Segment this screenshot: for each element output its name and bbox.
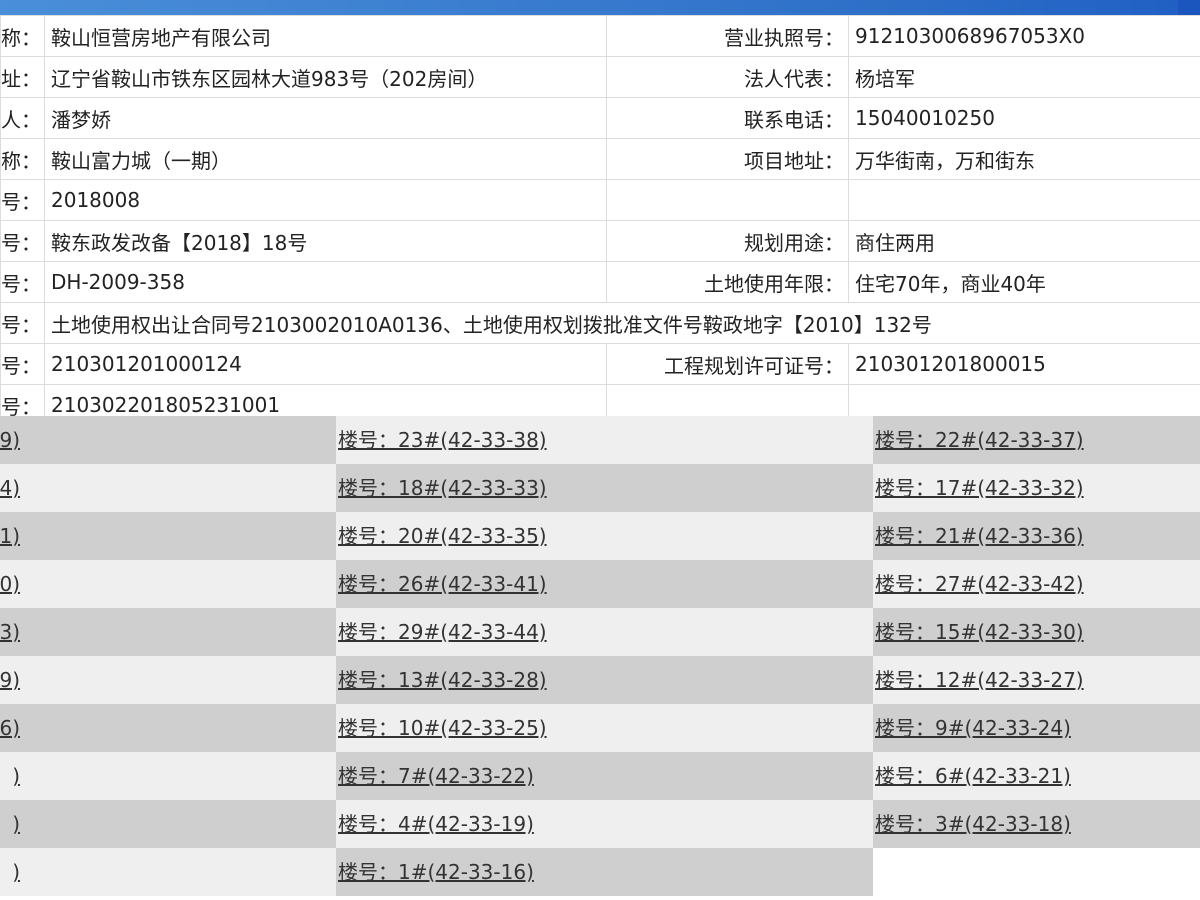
info-row: 称： 鞍山富力城（一期） 项目地址： 万华街南，万和街东 bbox=[0, 138, 1200, 180]
building-link[interactable]: ) bbox=[12, 848, 20, 896]
building-list: 9) 楼号：23#(42-33-38) 楼号：22#(42-33-37) 4) … bbox=[0, 416, 1200, 900]
label-project-name: 称： bbox=[0, 138, 45, 180]
info-row: 号： 鞍东政发改备【2018】18号 规划用途： 商住两用 bbox=[0, 220, 1200, 262]
building-link[interactable]: 楼号：21#(42-33-36) bbox=[873, 524, 1084, 548]
value-phone: 15040010250 bbox=[848, 97, 1200, 139]
building-row: 9) 楼号：13#(42-33-28) 楼号：12#(42-33-27) bbox=[0, 656, 1200, 704]
label-empty bbox=[606, 179, 849, 221]
building-link[interactable]: 楼号：4#(42-33-19) bbox=[336, 812, 534, 836]
building-link[interactable]: 1) bbox=[0, 512, 20, 560]
label-company-name: 称： bbox=[0, 15, 45, 57]
info-row: 号： DH-2009-358 土地使用年限： 住宅70年，商业40年 bbox=[0, 261, 1200, 303]
building-row: ) 楼号：4#(42-33-19) 楼号：3#(42-33-18) bbox=[0, 800, 1200, 848]
value-empty bbox=[848, 179, 1200, 221]
building-row: 6) 楼号：10#(42-33-25) 楼号：9#(42-33-24) bbox=[0, 704, 1200, 752]
value-land-no: DH-2009-358 bbox=[44, 261, 607, 303]
label-planning-permit: 工程规划许可证号： bbox=[606, 343, 849, 385]
building-link[interactable]: 9) bbox=[0, 416, 20, 464]
building-link[interactable]: 楼号：12#(42-33-27) bbox=[873, 668, 1084, 692]
building-link[interactable]: 0) bbox=[0, 560, 20, 608]
value-company-name: 鞍山恒营房地产有限公司 bbox=[44, 15, 607, 57]
building-link[interactable]: 楼号：22#(42-33-37) bbox=[873, 428, 1084, 452]
label-project-no: 号： bbox=[0, 179, 45, 221]
info-row: 号： 土地使用权出让合同号2103002010A0136、土地使用权划拨批准文件… bbox=[0, 302, 1200, 344]
building-link[interactable]: 楼号：26#(42-33-41) bbox=[336, 572, 547, 596]
label-land-permit: 号： bbox=[0, 343, 45, 385]
label-project-address: 项目地址： bbox=[606, 138, 849, 180]
value-land-permit: 210301201000124 bbox=[44, 343, 607, 385]
building-link[interactable]: 楼号：13#(42-33-28) bbox=[336, 668, 547, 692]
building-link[interactable]: 楼号：10#(42-33-25) bbox=[336, 716, 547, 740]
building-link[interactable]: 3) bbox=[0, 608, 20, 656]
label-contact: 人： bbox=[0, 97, 45, 139]
building-link[interactable]: 楼号：17#(42-33-32) bbox=[873, 476, 1084, 500]
building-link[interactable]: 楼号：27#(42-33-42) bbox=[873, 572, 1084, 596]
info-row: 人： 潘梦娇 联系电话： 15040010250 bbox=[0, 97, 1200, 139]
building-row: ) 楼号：1#(42-33-16) bbox=[0, 848, 1200, 896]
building-link[interactable]: 6) bbox=[0, 704, 20, 752]
value-business-license: 9121030068967053X0 bbox=[848, 15, 1200, 57]
value-project-name: 鞍山富力城（一期） bbox=[44, 138, 607, 180]
building-link[interactable] bbox=[873, 860, 875, 884]
building-link[interactable]: 楼号：3#(42-33-18) bbox=[873, 812, 1071, 836]
building-link[interactable]: 楼号：20#(42-33-35) bbox=[336, 524, 547, 548]
value-contact: 潘梦娇 bbox=[44, 97, 607, 139]
info-row: 号： 2018008 bbox=[0, 179, 1200, 221]
building-row: ) 楼号：7#(42-33-22) 楼号：6#(42-33-21) bbox=[0, 752, 1200, 800]
label-planned-use: 规划用途： bbox=[606, 220, 849, 262]
building-link[interactable]: 楼号：1#(42-33-16) bbox=[336, 860, 534, 884]
value-project-no: 2018008 bbox=[44, 179, 607, 221]
building-link[interactable]: 楼号：6#(42-33-21) bbox=[873, 764, 1071, 788]
building-link[interactable]: ) bbox=[12, 752, 20, 800]
building-row: 9) 楼号：23#(42-33-38) 楼号：22#(42-33-37) bbox=[0, 416, 1200, 464]
value-planning-permit: 210301201800015 bbox=[848, 343, 1200, 385]
label-land-contract: 号： bbox=[0, 302, 45, 344]
building-link[interactable]: 楼号：23#(42-33-38) bbox=[336, 428, 547, 452]
building-row: 3) 楼号：29#(42-33-44) 楼号：15#(42-33-30) bbox=[0, 608, 1200, 656]
label-approval-no: 号： bbox=[0, 220, 45, 262]
value-planned-use: 商住两用 bbox=[848, 220, 1200, 262]
value-land-term: 住宅70年，商业40年 bbox=[848, 261, 1200, 303]
header-bar bbox=[0, 0, 1200, 15]
building-row: 1) 楼号：20#(42-33-35) 楼号：21#(42-33-36) bbox=[0, 512, 1200, 560]
value-land-contract: 土地使用权出让合同号2103002010A0136、土地使用权划拨批准文件号鞍政… bbox=[44, 302, 1200, 344]
info-row: 号： 210301201000124 工程规划许可证号： 21030120180… bbox=[0, 343, 1200, 385]
building-link[interactable]: 楼号：29#(42-33-44) bbox=[336, 620, 547, 644]
building-link[interactable]: ) bbox=[12, 800, 20, 848]
building-row: 0) 楼号：26#(42-33-41) 楼号：27#(42-33-42) bbox=[0, 560, 1200, 608]
building-link[interactable]: 楼号：18#(42-33-33) bbox=[336, 476, 547, 500]
project-info-table: 称： 鞍山恒营房地产有限公司 营业执照号： 9121030068967053X0… bbox=[0, 15, 1200, 426]
label-land-no: 号： bbox=[0, 261, 45, 303]
building-link[interactable]: 楼号：7#(42-33-22) bbox=[336, 764, 534, 788]
building-link[interactable]: 9) bbox=[0, 656, 20, 704]
building-link[interactable]: 楼号：15#(42-33-30) bbox=[873, 620, 1084, 644]
building-link[interactable]: 4) bbox=[0, 464, 20, 512]
label-address: 址： bbox=[0, 56, 45, 98]
value-approval-no: 鞍东政发改备【2018】18号 bbox=[44, 220, 607, 262]
value-project-address: 万华街南，万和街东 bbox=[848, 138, 1200, 180]
label-business-license: 营业执照号： bbox=[606, 15, 849, 57]
value-address: 辽宁省鞍山市铁东区园林大道983号（202房间） bbox=[44, 56, 607, 98]
info-row: 称： 鞍山恒营房地产有限公司 营业执照号： 9121030068967053X0 bbox=[0, 15, 1200, 57]
label-phone: 联系电话： bbox=[606, 97, 849, 139]
building-link[interactable]: 楼号：9#(42-33-24) bbox=[873, 716, 1071, 740]
building-row: 4) 楼号：18#(42-33-33) 楼号：17#(42-33-32) bbox=[0, 464, 1200, 512]
label-land-term: 土地使用年限： bbox=[606, 261, 849, 303]
info-row: 址： 辽宁省鞍山市铁东区园林大道983号（202房间） 法人代表： 杨培军 bbox=[0, 56, 1200, 98]
label-legal-rep: 法人代表： bbox=[606, 56, 849, 98]
value-legal-rep: 杨培军 bbox=[848, 56, 1200, 98]
